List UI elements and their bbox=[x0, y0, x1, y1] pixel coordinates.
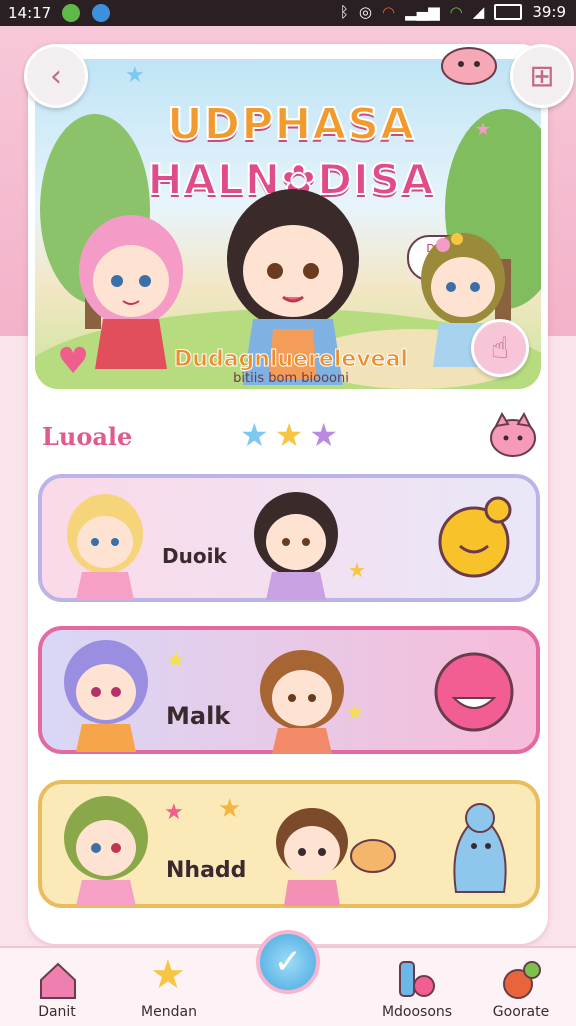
nav-label: Mdoosons bbox=[381, 1004, 453, 1020]
boy-character bbox=[276, 808, 348, 906]
nfc-icon: ◎ bbox=[358, 3, 372, 21]
game-title-line1: UDPHASA bbox=[166, 98, 416, 151]
rating-stars: ★ ★ ★ bbox=[240, 416, 338, 454]
grid-menu-icon: ⊞ bbox=[529, 58, 555, 94]
back-arrow-icon: ‹ bbox=[50, 58, 62, 94]
cursor-icon[interactable]: ☝ bbox=[471, 319, 529, 377]
signal-icon: ▂▄▆ bbox=[405, 3, 440, 21]
star-icon: ★ bbox=[166, 648, 186, 673]
star-icon: ★ bbox=[346, 700, 364, 724]
hero-banner[interactable]: UDPHASA HALN✿DISA Dunsa! Docac! Dudagnlu… bbox=[32, 56, 544, 392]
row-label: Nhadd bbox=[166, 858, 247, 883]
star-icon: ★ bbox=[150, 952, 186, 998]
star-icon: ★ bbox=[125, 63, 145, 88]
banner-subtitle-small: bitiis bom bioooni bbox=[233, 371, 349, 386]
status-time: 14:17 bbox=[8, 4, 52, 22]
character-row[interactable]: ★ ★ Nhadd bbox=[38, 780, 540, 908]
pink-cat-icon bbox=[490, 411, 536, 457]
nav-item-star[interactable]: ★ Mendan bbox=[114, 948, 224, 1026]
star-icon: ★ bbox=[274, 416, 304, 454]
section-title: Luoale bbox=[42, 422, 133, 451]
menu-button[interactable]: ⊞ bbox=[510, 44, 574, 108]
nav-check-button[interactable]: ✓ bbox=[256, 930, 320, 994]
wifi-icon: ◠ bbox=[381, 3, 396, 21]
back-button[interactable]: ‹ bbox=[24, 44, 88, 108]
star-icon: ★ bbox=[475, 119, 492, 140]
battery-icon bbox=[494, 4, 523, 20]
status-bar: 14:17 ᛒ ◎ ◠ ▂▄▆ ◠ ◢ 39:9 bbox=[0, 0, 576, 26]
star-icon: ★ bbox=[309, 416, 339, 454]
home-icon bbox=[40, 962, 76, 999]
bluetooth-icon: ᛒ bbox=[339, 3, 349, 21]
nav-item-blocks[interactable]: Mdoosons bbox=[362, 948, 472, 1026]
character-row[interactable]: Malk ★ ★ bbox=[38, 626, 540, 754]
app-notification-icon bbox=[62, 4, 80, 22]
blocks-icon bbox=[399, 961, 435, 997]
status-right-text: 39:9 bbox=[532, 3, 566, 21]
wifi-icon: ◠ bbox=[449, 3, 463, 21]
fruit-icon bbox=[503, 961, 541, 999]
character-row[interactable]: Duoik ★ bbox=[38, 474, 540, 602]
check-icon: ✓ bbox=[273, 942, 303, 982]
blonde-character bbox=[67, 494, 143, 600]
blue-ghost-icon bbox=[453, 803, 507, 893]
pink-pet-icon bbox=[441, 47, 497, 85]
nav-label: Goorate bbox=[492, 1004, 550, 1020]
star-icon: ★ bbox=[218, 794, 242, 824]
nav-label: Danit bbox=[38, 1004, 76, 1020]
app-notification-icon bbox=[92, 4, 110, 22]
star-icon: ★ bbox=[348, 558, 366, 582]
green-hair-character bbox=[64, 796, 148, 906]
brown-hair-character bbox=[260, 650, 344, 754]
star-icon: ★ bbox=[240, 416, 269, 454]
bottom-nav: Danit ★ Mendan ✓ Mdoosons Goorate bbox=[0, 930, 576, 1026]
bear-face-icon bbox=[350, 839, 396, 873]
nav-item-home[interactable]: Danit bbox=[2, 948, 112, 1026]
row-label: Malk bbox=[166, 702, 231, 730]
row-label: Duoik bbox=[162, 544, 227, 568]
purple-hair-character bbox=[64, 640, 148, 752]
banner-subtitle: Dudagnluereleveal bbox=[174, 347, 409, 373]
nav-label: Mendan bbox=[141, 1004, 197, 1020]
signal-icon: ◢ bbox=[472, 3, 485, 21]
star-icon: ★ bbox=[164, 800, 184, 825]
smiley-blob-icon bbox=[438, 496, 512, 578]
heart-icon: ♥ bbox=[57, 341, 90, 382]
nav-item-fruit[interactable]: Goorate bbox=[466, 948, 576, 1026]
dark-hair-character bbox=[254, 492, 338, 600]
pink-ball-icon bbox=[434, 652, 514, 732]
